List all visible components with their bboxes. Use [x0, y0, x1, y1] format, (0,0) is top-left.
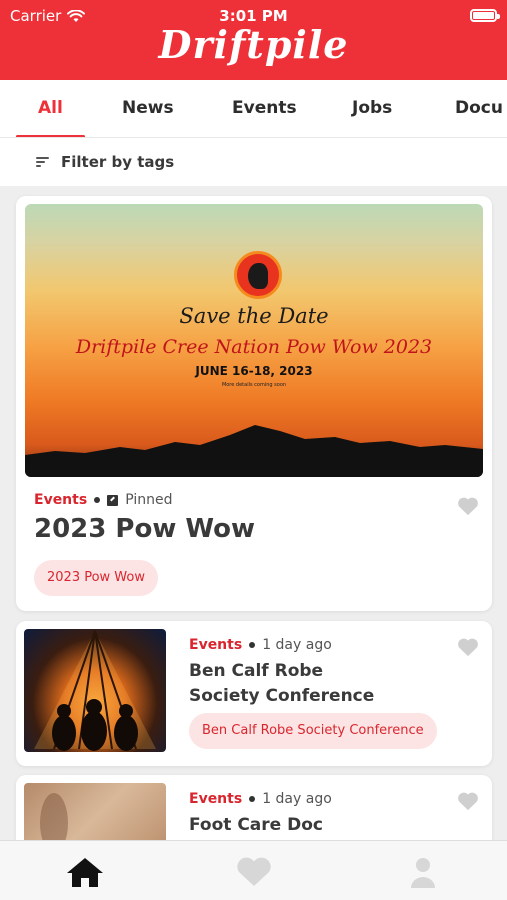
heart-icon	[458, 638, 478, 657]
hero-more-details: More details coming soon	[221, 382, 287, 388]
profile-tab[interactable]	[403, 855, 443, 889]
post-tag-chip[interactable]: Ben Calf Robe Society Conference	[189, 713, 437, 749]
favorite-button[interactable]	[457, 637, 479, 657]
tab-events[interactable]: Events	[232, 80, 297, 137]
separator-dot	[249, 796, 256, 802]
featured-post-meta: Events Pinned	[34, 492, 172, 508]
post-category: Events	[34, 492, 88, 508]
featured-post-card[interactable]: Save the Date Driftpile Cree Nation Pow …	[16, 196, 492, 611]
post-title: Ben Calf Robe Society Conference	[189, 659, 374, 709]
filter-icon	[36, 157, 49, 167]
favorite-button[interactable]	[457, 791, 479, 811]
post-meta: Events 1 day ago	[189, 637, 332, 653]
post-tag-chip[interactable]: 2023 Pow Wow	[34, 560, 158, 596]
profile-icon	[411, 858, 435, 888]
post-card[interactable]: Events 1 day ago Ben Calf Robe Society C…	[16, 621, 492, 766]
home-icon	[67, 858, 103, 887]
category-tabs: All News Events Jobs Docu	[0, 80, 507, 138]
tab-news[interactable]: News	[122, 80, 174, 137]
favorites-tab[interactable]	[234, 855, 274, 889]
heart-icon	[458, 792, 478, 811]
favorite-button[interactable]	[457, 496, 479, 516]
bottom-tab-bar	[0, 840, 507, 900]
tab-documents[interactable]: Docu	[455, 80, 503, 137]
post-title-line: Society Conference	[189, 686, 375, 706]
tab-jobs[interactable]: Jobs	[352, 80, 392, 137]
separator-dot	[249, 642, 256, 648]
post-thumbnail	[24, 629, 166, 752]
post-time: 1 day ago	[262, 791, 332, 807]
filter-by-tags-button[interactable]: Filter by tags	[0, 138, 507, 186]
hero-event-name: Driftpile Cree Nation Pow Wow 2023	[75, 336, 433, 358]
post-category: Events	[189, 637, 243, 653]
battery-icon	[470, 9, 500, 22]
app-logo: Driftpile	[158, 22, 349, 67]
mountain-silhouette	[25, 425, 483, 477]
post-time: 1 day ago	[262, 637, 332, 653]
hero-event-dates: JUNE 16-18, 2023	[195, 364, 313, 378]
tab-all[interactable]: All	[16, 80, 85, 137]
post-title: 2023 Pow Wow	[34, 514, 256, 544]
featured-post-image: Save the Date Driftpile Cree Nation Pow …	[25, 204, 483, 477]
heart-icon	[237, 857, 271, 886]
post-category: Events	[189, 791, 243, 807]
post-meta: Events 1 day ago	[189, 791, 332, 807]
post-title: Foot Care Doc	[189, 813, 323, 838]
heart-icon	[458, 497, 478, 516]
powwow-emblem-icon	[234, 251, 282, 299]
home-tab[interactable]	[65, 855, 105, 889]
post-title-line: Ben Calf Robe	[189, 661, 324, 681]
separator-dot	[94, 497, 101, 503]
post-pinned-label: Pinned	[125, 492, 173, 508]
pin-icon	[107, 494, 119, 506]
tipi-illustration	[34, 630, 156, 751]
hero-save-the-date: Save the Date	[179, 304, 329, 328]
filter-label: Filter by tags	[61, 153, 175, 171]
app-header: Carrier 3:01 PM Driftpile	[0, 0, 507, 80]
post-title-line: Foot Care Doc	[189, 815, 323, 835]
